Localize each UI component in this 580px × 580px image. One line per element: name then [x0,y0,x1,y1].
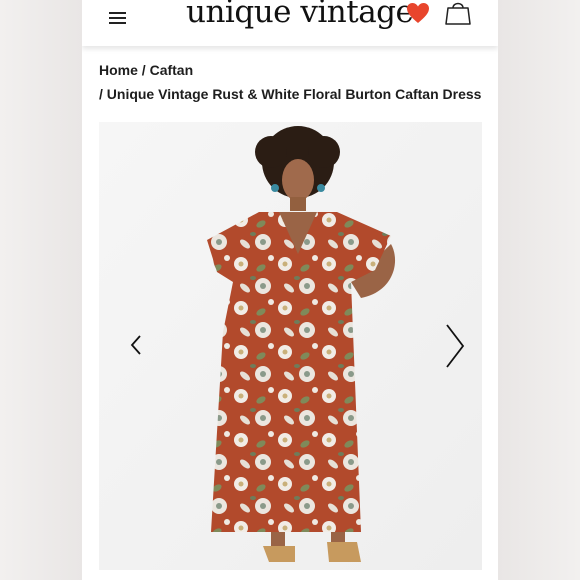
site-logo[interactable]: unique vintage [186,0,414,30]
product-photo [99,122,482,570]
background-left [0,0,82,580]
background-right [498,0,580,580]
heart-icon[interactable] [406,2,430,24]
chevron-left-icon[interactable] [129,334,143,356]
site-header: unique vintage [82,0,498,46]
breadcrumb-separator: / [137,62,150,78]
menu-icon[interactable] [109,11,127,25]
breadcrumb: Home / Caftan / Unique Vintage Rust & Wh… [99,62,489,103]
breadcrumb-home[interactable]: Home [99,62,138,78]
chevron-right-icon[interactable] [444,323,466,369]
shopping-bag-icon[interactable] [444,0,472,26]
breadcrumb-current-product: Unique Vintage Rust & White Floral Burto… [106,86,482,102]
breadcrumb-separator: / [99,86,107,102]
breadcrumb-caftan[interactable]: Caftan [150,62,194,78]
product-image-gallery[interactable] [99,122,482,570]
product-page: unique vintage Home / Caftan / Unique Vi… [82,0,498,580]
